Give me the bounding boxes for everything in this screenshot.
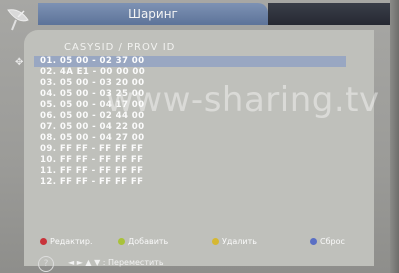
title-bar-extension bbox=[268, 3, 390, 25]
sharing-panel: CASYSID / PROV ID 01. 05 00 - 02 37 00 02… bbox=[24, 30, 374, 266]
green-key-icon bbox=[118, 238, 125, 245]
reset-label: Сброс bbox=[320, 237, 345, 246]
add-button[interactable]: Добавить bbox=[118, 237, 168, 246]
delete-label: Удалить bbox=[222, 237, 257, 246]
list-item[interactable]: 12. FF FF - FF FF FF bbox=[38, 177, 338, 188]
function-key-bar: Редактир. Добавить Удалить Сброс bbox=[40, 237, 370, 249]
casysid-list: 01. 05 00 - 02 37 00 02. 4A E1 - 00 00 00… bbox=[34, 56, 346, 188]
tv-screen: Шаринг CASYSID / PROV ID 01. 05 00 - 02 … bbox=[0, 0, 399, 273]
watermark: www-sharing.tv bbox=[106, 80, 380, 120]
navigation-hint: ◄ ► ▲ ▼ : Переместить bbox=[30, 255, 280, 271]
add-label: Добавить bbox=[128, 237, 169, 246]
list-item[interactable]: 07. 05 00 - 04 22 00 bbox=[38, 122, 338, 133]
navigation-hint-text: ◄ ► ▲ ▼ : Переместить bbox=[68, 258, 164, 267]
delete-button[interactable]: Удалить bbox=[212, 237, 257, 246]
column-header: CASYSID / PROV ID bbox=[64, 42, 176, 53]
red-key-icon bbox=[40, 238, 47, 245]
list-item[interactable]: 09. FF FF - FF FF FF bbox=[38, 144, 338, 155]
list-item[interactable]: 08. 05 00 - 04 27 00 bbox=[38, 133, 338, 144]
blue-key-icon bbox=[310, 238, 317, 245]
list-item[interactable]: 02. 4A E1 - 00 00 00 bbox=[38, 67, 338, 78]
list-item[interactable]: 10. FF FF - FF FF FF bbox=[38, 155, 338, 166]
window-title: Шаринг bbox=[38, 3, 268, 25]
edit-button[interactable]: Редактир. bbox=[40, 237, 93, 246]
yellow-key-icon bbox=[212, 238, 219, 245]
list-item[interactable]: 11. FF FF - FF FF FF bbox=[38, 166, 338, 177]
tv-bezel bbox=[390, 0, 399, 273]
list-item[interactable]: 01. 05 00 - 02 37 00 bbox=[34, 56, 346, 67]
reset-button[interactable]: Сброс bbox=[310, 237, 345, 246]
edit-label: Редактир. bbox=[50, 237, 93, 246]
selection-arrow-icon: ✥ bbox=[15, 57, 24, 68]
